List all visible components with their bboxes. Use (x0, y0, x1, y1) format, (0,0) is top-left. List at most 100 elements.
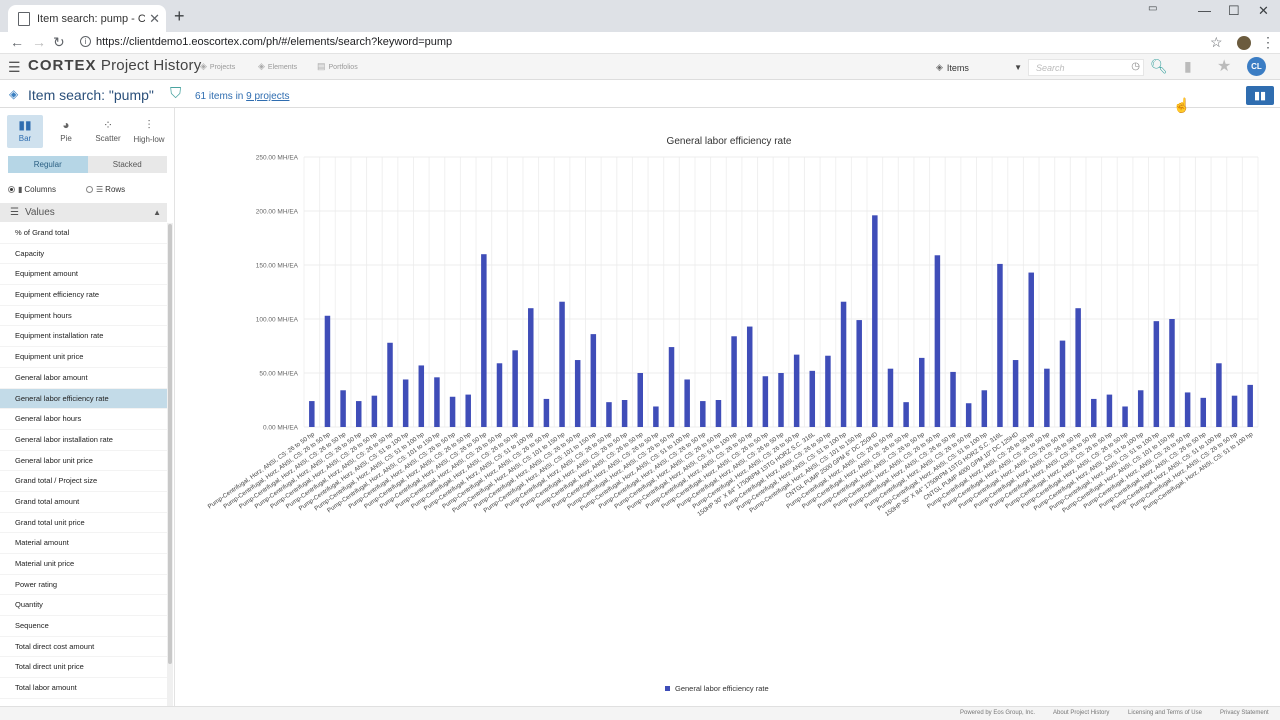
orientation-columns[interactable]: ▮ Columns (8, 185, 56, 194)
favorites-star-icon[interactable]: ★ (1217, 56, 1231, 76)
close-window-icon[interactable]: ✕ (1258, 3, 1269, 19)
mode-stacked[interactable]: Stacked (87, 156, 167, 173)
value-item[interactable]: General labor amount (0, 368, 167, 389)
bar (965, 403, 972, 427)
profile-switch-icon[interactable]: ▭ (1148, 3, 1157, 14)
value-item[interactable]: General labor efficiency rate (0, 388, 167, 410)
chart-type-label: Pie (60, 134, 72, 143)
value-item[interactable]: Sequence (0, 616, 167, 637)
minimize-icon[interactable]: — (1198, 3, 1211, 18)
value-item[interactable]: Material amount (0, 533, 167, 554)
bar (856, 320, 862, 427)
chart-mode-tabs: Regular Stacked (8, 156, 167, 173)
value-item[interactable]: Equipment efficiency rate (0, 285, 167, 306)
bar (309, 401, 315, 427)
projects-link[interactable]: 9 projects (246, 91, 289, 102)
clipboard-icon[interactable]: ▮ (1184, 58, 1192, 75)
value-item[interactable]: Equipment hours (0, 306, 167, 327)
maximize-icon[interactable]: ☐ (1228, 3, 1240, 19)
bar (715, 400, 722, 427)
values-section-header[interactable]: ☰ Values ▲ (0, 203, 167, 222)
value-item[interactable]: Capacity (0, 244, 167, 265)
search-history-icon[interactable]: ◷ (1131, 61, 1140, 72)
search-icon[interactable]: 🔍︎ (1150, 58, 1168, 75)
browser-menu-icon[interactable]: ⋮ (1261, 34, 1275, 51)
value-item[interactable]: Quantity (0, 595, 167, 617)
footer-licensing-link[interactable]: Licensing and Terms of Use (1128, 710, 1202, 716)
values-scrollbar-thumb[interactable] (168, 224, 172, 664)
bar (903, 402, 909, 427)
value-item[interactable]: General labor hours (0, 409, 167, 430)
nav-elements[interactable]: ◈ Elements (258, 61, 297, 72)
value-item[interactable]: Grand total unit price (0, 513, 167, 534)
chart-type-high-low[interactable]: ⫶ High-low (131, 115, 167, 148)
hamburger-menu-icon[interactable]: ☰ (8, 59, 21, 76)
bar (387, 342, 393, 427)
search-input[interactable] (1029, 60, 1125, 76)
site-info-icon[interactable]: i (80, 36, 91, 47)
bookmark-star-icon[interactable]: ☆ (1210, 34, 1223, 51)
search-scope-select[interactable]: ◈ Items ▼ (936, 59, 1022, 76)
value-item[interactable]: General labor unit price (0, 451, 167, 472)
bar (950, 371, 956, 427)
bar (1231, 395, 1238, 427)
chart-type-bar[interactable]: ▮▮ Bar (7, 115, 43, 148)
new-tab-icon[interactable]: + (174, 6, 185, 27)
mode-regular[interactable]: Regular (8, 156, 88, 173)
nav-portfolios[interactable]: ▤ Portfolios (317, 61, 358, 72)
value-item[interactable]: Total labor amount (0, 678, 167, 699)
footer-powered-by[interactable]: Powered by Eos Group, Inc. (960, 710, 1035, 716)
bar (559, 301, 565, 427)
value-item[interactable]: % of Grand total (0, 223, 167, 244)
chart-type-scatter[interactable]: ⁘ Scatter (90, 115, 126, 148)
value-item[interactable]: Total direct unit price (0, 657, 167, 679)
bar (1059, 340, 1066, 427)
orientation-rows[interactable]: ☰ Rows (86, 185, 125, 194)
bar (1122, 406, 1128, 427)
columns-radio[interactable] (8, 186, 15, 193)
bar (746, 326, 753, 427)
app-logo[interactable]: CORTEX Project History (28, 57, 201, 74)
bar (1137, 390, 1144, 427)
value-item[interactable]: Grand total amount (0, 492, 167, 513)
bar (637, 373, 643, 427)
bar (512, 350, 518, 427)
chart-type-pie[interactable]: ◕ Pie (48, 115, 84, 148)
reload-icon[interactable]: ↻ (53, 34, 65, 51)
value-item[interactable]: General labor installation rate (0, 430, 167, 451)
bar (981, 390, 988, 427)
forward-icon[interactable]: → (32, 34, 46, 50)
browser-profile-avatar[interactable] (1237, 36, 1251, 50)
bar (731, 336, 737, 427)
filter-icon[interactable]: ⛉ (170, 85, 181, 102)
chart-view-toggle[interactable]: ▮▮ (1246, 86, 1274, 105)
bar (1247, 384, 1253, 427)
browser-tab[interactable]: Item search: pump - Cortex Proje ✕ (8, 5, 166, 32)
chevron-up-icon[interactable]: ▲ (153, 208, 161, 217)
legend-label: General labor efficiency rate (675, 684, 769, 693)
rows-label: Rows (105, 185, 126, 194)
bar (340, 390, 346, 427)
bar (449, 396, 456, 427)
nav-projects[interactable]: ◈ Projects (200, 61, 235, 72)
value-item[interactable]: Equipment installation rate (0, 326, 167, 348)
y-tick-label: 150.00 MH/EA (256, 263, 299, 270)
back-icon[interactable]: ← (10, 34, 24, 50)
user-avatar[interactable]: CL (1247, 57, 1266, 76)
value-item[interactable]: Material unit price (0, 554, 167, 575)
close-tab-icon[interactable]: ✕ (149, 11, 160, 27)
address-bar[interactable]: https://clientdemo1.eoscortex.com/ph/#/e… (96, 36, 452, 48)
footer-about-link[interactable]: About Project History (1053, 710, 1109, 716)
footer-privacy-link[interactable]: Privacy Statement (1220, 710, 1269, 716)
search-box: ◷ (1028, 59, 1144, 76)
value-item[interactable]: Power rating (0, 575, 167, 596)
bar (1028, 272, 1034, 427)
bar (371, 395, 378, 427)
value-item[interactable]: Total direct cost amount (0, 637, 167, 658)
value-item[interactable]: Equipment amount (0, 264, 167, 286)
bar (1153, 321, 1160, 427)
rows-radio[interactable] (86, 186, 93, 193)
bar (1216, 363, 1222, 427)
value-item[interactable]: Grand total / Project size (0, 471, 167, 492)
value-item[interactable]: Equipment unit price (0, 347, 167, 368)
